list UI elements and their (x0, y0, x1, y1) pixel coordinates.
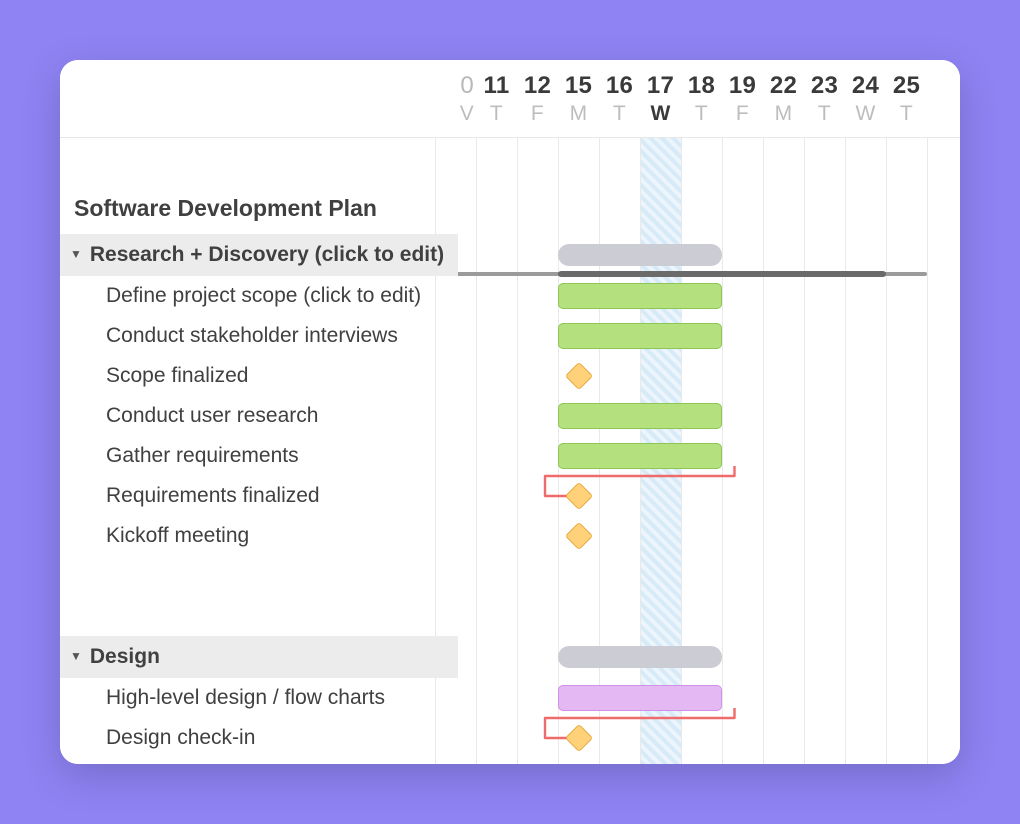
task-bar-cell (458, 436, 960, 476)
dow-col-4: T (599, 102, 640, 128)
task-bar[interactable] (558, 685, 722, 711)
task-label[interactable]: Gather requirements (60, 444, 458, 468)
milestone-diamond[interactable] (564, 482, 592, 510)
task-bar-cell (458, 316, 960, 356)
task-label[interactable]: Conduct user research (60, 404, 458, 428)
milestone-diamond[interactable] (564, 522, 592, 550)
task-label[interactable]: Define project scope (click to edit) (60, 284, 458, 308)
task-label[interactable]: Conduct stakeholder interviews (60, 324, 458, 348)
task-label[interactable]: Requirements finalized (60, 484, 458, 508)
group-name: Design (90, 645, 160, 669)
group-summary-bar[interactable] (558, 646, 722, 668)
date-col-3[interactable]: 15 (558, 72, 599, 100)
dow-col-8: M (763, 102, 804, 128)
task-label[interactable]: Kickoff meeting (60, 524, 458, 548)
group-summary-cell (458, 234, 960, 276)
chevron-down-icon[interactable]: ▼ (70, 247, 82, 261)
date-col-7[interactable]: 19 (722, 72, 763, 100)
dow-col-3: M (558, 102, 599, 128)
gantt-grid[interactable]: Software Development Plan ▼ Research + Dis… (60, 138, 960, 764)
timeline-header: 01112151617181922232425 VTFMTWTFMTWT (60, 60, 960, 138)
dow-col-10: W (845, 102, 886, 128)
task-bar[interactable] (558, 403, 722, 429)
chevron-down-icon[interactable]: ▼ (70, 649, 82, 663)
date-col-6[interactable]: 18 (681, 72, 722, 100)
group-name: Research + Discovery (click to edit) (90, 243, 444, 267)
dow-col-11: T (886, 102, 927, 128)
group-header[interactable]: ▼ Design (60, 636, 458, 678)
group-summary-bar[interactable] (558, 244, 722, 266)
dow-col-6: T (681, 102, 722, 128)
group-header[interactable]: ▼ Research + Discovery (click to edit) (60, 234, 458, 276)
milestone-diamond[interactable] (564, 362, 592, 390)
dow-col-0: V (458, 102, 476, 128)
task-bar-cell (458, 356, 960, 396)
date-col-10[interactable]: 24 (845, 72, 886, 100)
timeline-dows-row: VTFMTWTFMTWT (60, 102, 960, 128)
date-col-4[interactable]: 16 (599, 72, 640, 100)
date-col-1[interactable]: 11 (476, 72, 517, 100)
date-col-0[interactable]: 0 (458, 72, 476, 100)
dow-col-5: W (640, 102, 681, 128)
task-label[interactable]: Design check-in (60, 726, 458, 750)
task-bar[interactable] (558, 283, 722, 309)
task-bar[interactable] (558, 443, 722, 469)
task-bar-cell (458, 396, 960, 436)
gantt-rows: Software Development Plan ▼ Research + Dis… (60, 182, 960, 758)
plan-summary-cell (458, 182, 960, 234)
date-col-8[interactable]: 22 (763, 72, 804, 100)
date-col-2[interactable]: 12 (517, 72, 558, 100)
dow-col-2: F (517, 102, 558, 128)
dow-col-1: T (476, 102, 517, 128)
gantt-app: 01112151617181922232425 VTFMTWTFMTWT Sof… (60, 60, 960, 764)
app-card: 01112151617181922232425 VTFMTWTFMTWT Sof… (60, 60, 960, 764)
dow-col-7: F (722, 102, 763, 128)
plan-title[interactable]: Software Development Plan (60, 195, 458, 222)
milestone-diamond[interactable] (564, 724, 592, 752)
group-summary-cell (458, 636, 960, 678)
dow-col-9: T (804, 102, 845, 128)
task-bar-cell (458, 476, 960, 516)
task-bar-cell (458, 718, 960, 758)
task-label[interactable]: High-level design / flow charts (60, 686, 458, 710)
timeline-dates-row: 01112151617181922232425 (60, 72, 960, 100)
task-label[interactable]: Scope finalized (60, 364, 458, 388)
task-bar-cell (458, 678, 960, 718)
task-bar[interactable] (558, 323, 722, 349)
date-col-5[interactable]: 17 (640, 72, 681, 100)
task-bar-cell (458, 516, 960, 556)
date-col-9[interactable]: 23 (804, 72, 845, 100)
date-col-11[interactable]: 25 (886, 72, 927, 100)
task-bar-cell (458, 276, 960, 316)
